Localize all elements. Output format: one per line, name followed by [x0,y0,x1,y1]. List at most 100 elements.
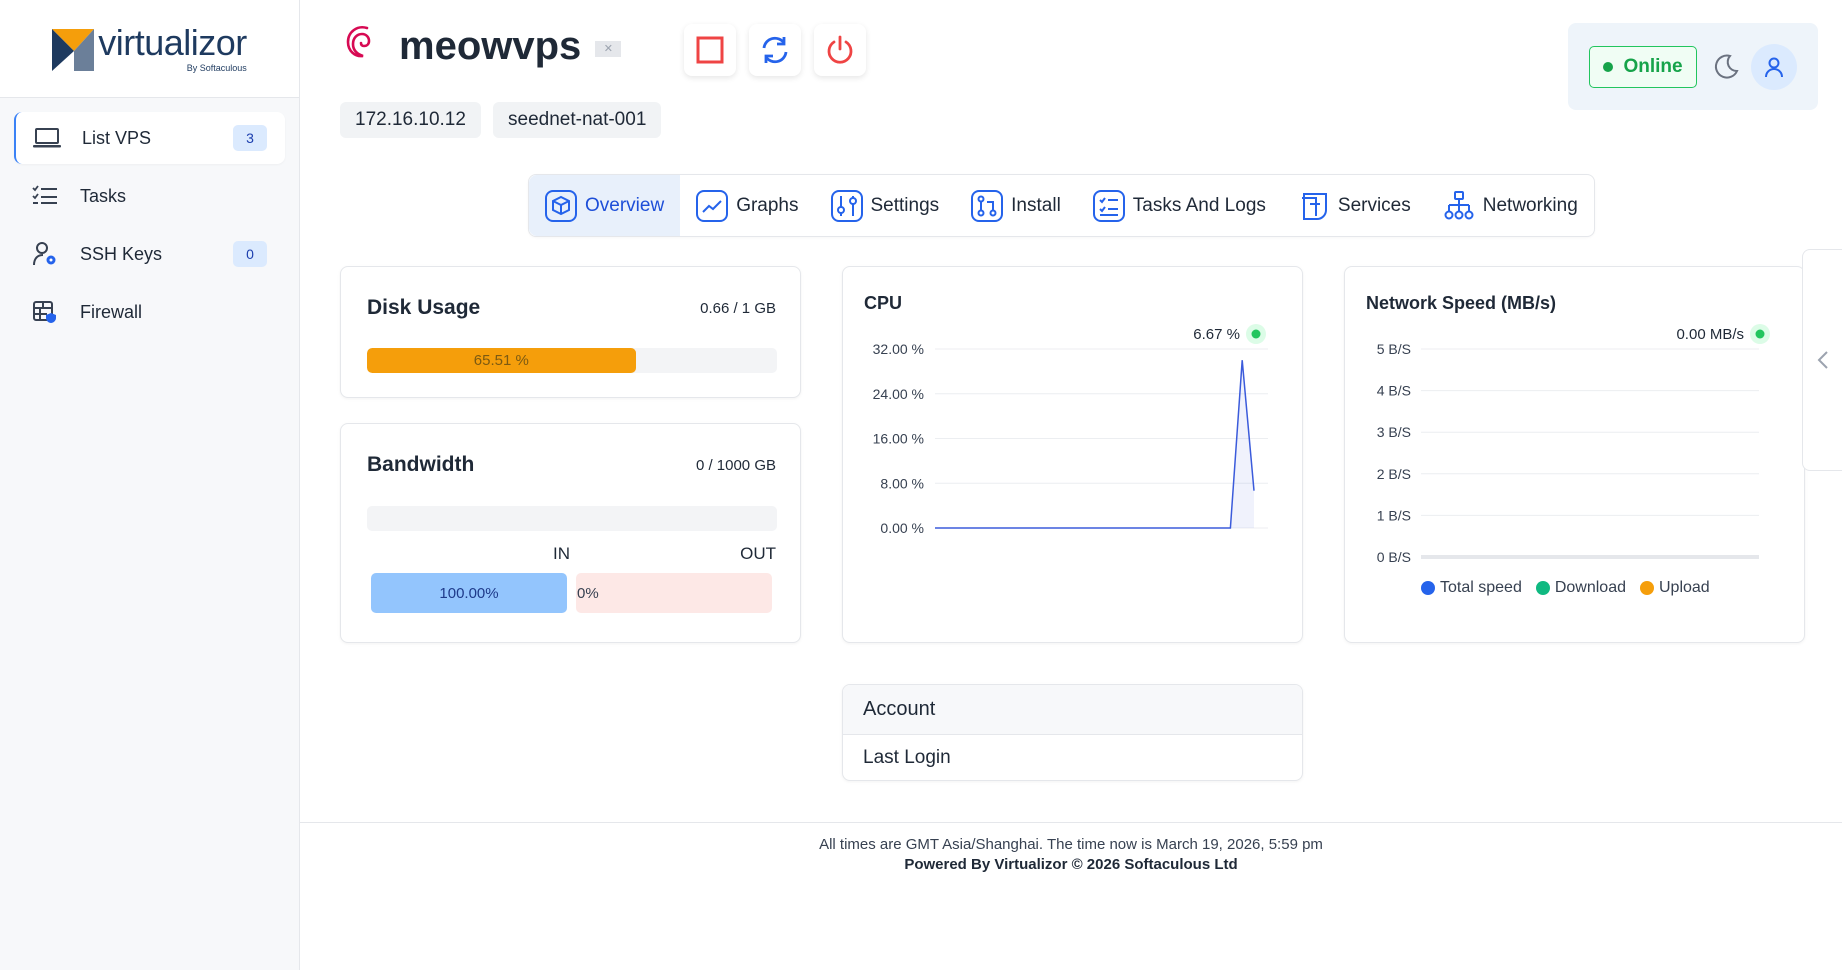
account-title: Account [843,685,1302,735]
bandwidth-in-bar: 100.00% [371,573,567,613]
y-tick-label: 24.00 % [873,386,924,402]
user-key-icon [30,239,60,269]
sidebar-item-ssh-keys[interactable]: SSH Keys 0 [14,228,285,280]
network-current-value: 0.00 MB/s [1676,326,1744,343]
vps-count-badge: 3 [233,125,267,151]
sidebar-item-tasks[interactable]: Tasks [14,170,285,222]
cube-icon [545,189,577,222]
y-tick-label: 16.00 % [873,431,924,447]
legend-dot [1421,581,1435,595]
legend-dot [1640,581,1654,595]
restart-button[interactable] [749,24,801,76]
legend-dot [1535,581,1550,595]
legend-label: Download [1554,579,1626,596]
legend-label: Total speed [1440,579,1522,596]
vps-header: meowvps ✕ [345,22,622,71]
y-tick-label: 0 B/S [1377,549,1411,565]
moon-icon [1714,54,1739,79]
tab-tasks-and-logs[interactable]: Tasks And Logs [1077,175,1282,236]
legend-item-download[interactable]: Download [1535,579,1626,597]
y-tick-label: 5 B/S [1377,341,1411,357]
cpu-status-dot [1251,329,1261,339]
sidebar-item-label: List VPS [82,127,152,148]
y-tick-label: 3 B/S [1377,424,1411,440]
sliders-icon [830,189,863,222]
user-icon [1765,57,1783,78]
sidebar-item-label: SSH Keys [80,243,163,264]
bandwidth-in-label: IN [553,544,570,563]
virtualizor-logo-icon [52,28,95,71]
sidebar-item-list-vps[interactable]: List VPS 3 [14,112,285,164]
services-icon [1298,190,1330,222]
laptop-icon [32,123,62,153]
tab-label: Settings [870,194,940,216]
sidebar-item-label: Firewall [80,301,143,322]
tab-networking[interactable]: Networking [1427,175,1594,236]
vps-name: meowvps [399,24,582,68]
right-panel-toggle[interactable] [1802,249,1842,471]
tab-settings[interactable]: Settings [815,175,956,236]
tab-label: Install [1011,194,1061,216]
graph-icon [696,189,729,222]
disk-usage-bar: 65.51 % [367,348,777,373]
firewall-icon [30,297,60,327]
tab-label: Graphs [736,194,799,216]
logo[interactable]: virtualizor By Softaculous [0,0,299,98]
legend-item-total-speed[interactable]: Total speed [1421,579,1522,597]
network-status-dot [1755,329,1765,339]
tasks-logs-icon [1092,189,1125,222]
user-menu-button[interactable] [1751,44,1797,90]
last-login-label: Last Login [863,747,951,768]
task-list-icon [30,181,60,211]
node-name-pill: seednet-nat-001 [493,102,662,138]
legend-item-upload[interactable]: Upload [1640,579,1710,597]
bandwidth-card: Bandwidth 0 / 1000 GB IN OUT 100.00% 0% [340,423,801,643]
network-speed-card: Network Speed (MB/s) 5 B/S 4 B/S 3 B/S 2 B/… [1344,266,1805,643]
status-dot [1603,62,1614,72]
disk-usage-value: 0.66 / 1 GB [700,300,776,317]
legend-label: Upload [1659,579,1710,596]
tab-install[interactable]: Install [955,175,1077,236]
disk-usage-card: Disk Usage 0.66 / 1 GB 65.51 % [340,266,801,398]
cpu-current-value: 6.67 % [1193,326,1240,343]
vps-tabs: Overview Graphs Settings Install Tasks A… [528,174,1595,237]
y-tick-label: 2 B/S [1377,466,1411,482]
stop-button[interactable] [684,24,736,76]
cpu-line [935,360,1255,529]
power-button[interactable] [814,24,866,76]
tab-services[interactable]: Services [1282,175,1427,236]
tab-graphs[interactable]: Graphs [680,175,814,236]
sidebar: virtualizor By Softaculous List VPS 3 Ta… [0,0,300,970]
power-icon [827,35,853,64]
tab-overview[interactable]: Overview [529,175,681,236]
ip-address-pill: 172.16.10.12 [340,102,481,138]
cpu-card: CPU 32.00 % 24.00 % 16.00 % 8.00 % 0.00 % 6.6… [842,266,1303,643]
y-tick-label: 8.00 % [880,475,924,491]
sidebar-nav: List VPS 3 Tasks SSH Keys 0 Firewall [0,98,299,358]
install-icon [971,189,1004,222]
flag-icon: ✕ [595,40,622,57]
status-panel: Online [1568,23,1818,110]
ssh-keys-count-badge: 0 [233,241,267,267]
debian-icon [345,22,381,71]
y-tick-label: 0.00 % [880,520,924,536]
cpu-area [935,360,1254,528]
disk-usage-bar-fill: 65.51 % [367,348,636,373]
status-label: Online [1623,56,1683,77]
sidebar-item-label: Tasks [80,185,127,206]
bandwidth-value: 0 / 1000 GB [695,457,776,474]
y-tick-label: 4 B/S [1377,383,1411,399]
tab-label: Overview [585,194,665,216]
stop-icon [696,36,724,64]
bandwidth-title: Bandwidth [367,453,475,476]
tab-label: Services [1337,194,1411,216]
brand-sub: By Softaculous [186,62,247,73]
bandwidth-out-label: OUT [740,544,776,563]
network-legend: Total speed Download Upload [1421,579,1724,597]
cpu-chart: 32.00 % 24.00 % 16.00 % 8.00 % 0.00 % 6.67 % [873,324,1268,536]
sidebar-item-firewall[interactable]: Firewall [14,286,285,338]
online-status-badge: Online [1589,46,1697,88]
dark-mode-toggle[interactable] [1712,53,1740,86]
disk-usage-title: Disk Usage [367,296,481,319]
footer-copyright: Powered By Virtualizor © 2026 Softaculou… [904,856,1238,873]
